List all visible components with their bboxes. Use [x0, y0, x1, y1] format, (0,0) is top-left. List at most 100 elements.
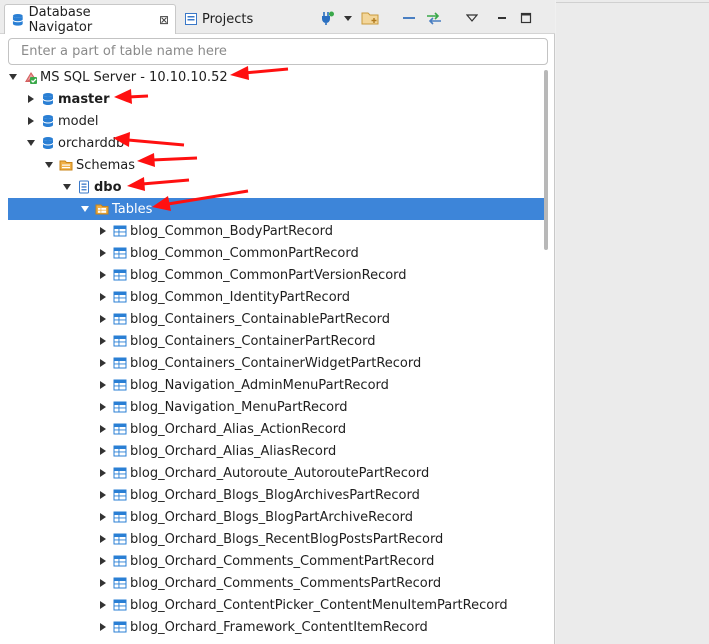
- table-name-label: blog_Orchard_Blogs_BlogArchivesPartRecor…: [130, 487, 420, 503]
- table-row[interactable]: blog_Orchard_Blogs_BlogPartArchiveRecord: [8, 506, 548, 528]
- sql-server-icon: [23, 70, 37, 84]
- table-name-label: blog_Orchard_Alias_ActionRecord: [130, 421, 347, 437]
- tree-node-master[interactable]: master: [8, 88, 548, 110]
- tree-node-label: Schemas: [76, 157, 136, 173]
- table-name-label: blog_Navigation_MenuPartRecord: [130, 399, 348, 415]
- collapsed-arrow-icon[interactable]: [98, 600, 108, 610]
- table-row[interactable]: blog_Containers_ContainerWidgetPartRecor…: [8, 352, 548, 374]
- collapsed-arrow-icon[interactable]: [98, 534, 108, 544]
- collapsed-arrow-icon[interactable]: [98, 424, 108, 434]
- tree-scrollbar[interactable]: [544, 66, 549, 644]
- collapse-all-button[interactable]: [400, 9, 418, 27]
- database-icon: [41, 114, 55, 128]
- collapsed-arrow-icon[interactable]: [98, 468, 108, 478]
- table-name-label: blog_Orchard_Framework_ContentItemRecord: [130, 619, 428, 635]
- collapsed-arrow-icon[interactable]: [98, 556, 108, 566]
- tab-projects[interactable]: Projects: [178, 4, 278, 34]
- table-icon: [113, 422, 127, 436]
- collapsed-arrow-icon[interactable]: [98, 226, 108, 236]
- expanded-arrow-icon[interactable]: [26, 138, 36, 148]
- tab-close-icon[interactable]: ⊠: [159, 13, 169, 27]
- table-icon: [113, 312, 127, 326]
- projects-icon: [184, 12, 198, 26]
- chevron-down-icon: [344, 16, 352, 21]
- table-row[interactable]: blog_Orchard_Blogs_RecentBlogPostsPartRe…: [8, 528, 548, 550]
- collapsed-arrow-icon[interactable]: [98, 380, 108, 390]
- tree-node-tables[interactable]: Tables: [8, 198, 548, 220]
- tree-node-orcharddb[interactable]: orcharddb: [8, 132, 548, 154]
- table-name-label: blog_Containers_ContainerPartRecord: [130, 333, 376, 349]
- expanded-arrow-icon[interactable]: [80, 204, 90, 214]
- table-row[interactable]: blog_Orchard_Comments_CommentsPartRecord: [8, 572, 548, 594]
- maximize-button[interactable]: [518, 9, 534, 27]
- new-connection-dropdown[interactable]: [341, 9, 355, 27]
- collapsed-arrow-icon[interactable]: [98, 622, 108, 632]
- table-name-label: blog_Orchard_Comments_CommentPartRecord: [130, 553, 435, 569]
- folder-icon: [59, 158, 73, 172]
- table-name-label: blog_Orchard_Blogs_RecentBlogPostsPartRe…: [130, 531, 444, 547]
- plug-icon: [322, 11, 334, 25]
- table-row[interactable]: blog_Common_BodyPartRecord: [8, 220, 548, 242]
- table-row[interactable]: blog_Orchard_Autoroute_AutoroutePartReco…: [8, 462, 548, 484]
- table-row[interactable]: blog_Containers_ContainerPartRecord: [8, 330, 548, 352]
- tab-database-navigator[interactable]: Database Navigator ⊠: [4, 4, 176, 35]
- collapsed-arrow-icon[interactable]: [98, 446, 108, 456]
- minimize-button[interactable]: [494, 9, 510, 27]
- collapsed-arrow-icon[interactable]: [98, 314, 108, 324]
- expanded-arrow-icon[interactable]: [62, 182, 72, 192]
- collapsed-arrow-icon[interactable]: [98, 336, 108, 346]
- view-tab-bar: Database Navigator ⊠ Projects: [0, 0, 555, 35]
- table-icon: [113, 444, 127, 458]
- table-name-label: blog_Common_IdentityPartRecord: [130, 289, 351, 305]
- table-row[interactable]: blog_Common_IdentityPartRecord: [8, 286, 548, 308]
- table-row[interactable]: blog_Navigation_AdminMenuPartRecord: [8, 374, 548, 396]
- table-row[interactable]: blog_Orchard_Alias_AliasRecord: [8, 440, 548, 462]
- database-icon: [41, 136, 55, 150]
- collapsed-arrow-icon[interactable]: [98, 248, 108, 258]
- scrollbar-thumb[interactable]: [544, 70, 548, 250]
- new-connection-button[interactable]: [318, 9, 336, 27]
- collapsed-arrow-icon[interactable]: [98, 402, 108, 412]
- collapsed-arrow-icon[interactable]: [26, 116, 36, 126]
- tab-database-navigator-label: Database Navigator: [28, 4, 93, 35]
- new-folder-button[interactable]: [360, 9, 380, 27]
- collapsed-arrow-icon[interactable]: [98, 358, 108, 368]
- collapsed-arrow-icon[interactable]: [98, 270, 108, 280]
- table-row[interactable]: blog_Orchard_Alias_ActionRecord: [8, 418, 548, 440]
- link-with-editor-button[interactable]: [424, 9, 444, 27]
- tables-folder-icon: [95, 202, 109, 216]
- collapsed-arrow-icon[interactable]: [98, 292, 108, 302]
- collapsed-arrow-icon[interactable]: [26, 94, 36, 104]
- table-name-label: blog_Navigation_AdminMenuPartRecord: [130, 377, 389, 393]
- tree-node-schemas[interactable]: Schemas: [8, 154, 548, 176]
- collapsed-arrow-icon[interactable]: [98, 490, 108, 500]
- view-menu-button[interactable]: [464, 9, 480, 27]
- expanded-arrow-icon[interactable]: [44, 160, 54, 170]
- table-row[interactable]: blog_Containers_ContainablePartRecord: [8, 308, 548, 330]
- table-name-label: blog_Containers_ContainablePartRecord: [130, 311, 390, 327]
- table-row[interactable]: blog_Orchard_Framework_ContentItemRecord: [8, 616, 548, 638]
- schema-icon: [77, 180, 91, 194]
- table-row[interactable]: blog_Navigation_MenuPartRecord: [8, 396, 548, 418]
- table-icon: [113, 334, 127, 348]
- tree-node-model[interactable]: model: [8, 110, 548, 132]
- table-icon: [113, 488, 127, 502]
- editor-area-border: [556, 2, 709, 3]
- table-row[interactable]: blog_Common_CommonPartRecord: [8, 242, 548, 264]
- table-row[interactable]: blog_Orchard_Blogs_BlogArchivesPartRecor…: [8, 484, 548, 506]
- tree-node-dbo[interactable]: dbo: [8, 176, 548, 198]
- collapsed-arrow-icon[interactable]: [98, 512, 108, 522]
- table-filter-input[interactable]: [8, 38, 548, 65]
- table-name-label: blog_Orchard_ContentPicker_ContentMenuIt…: [130, 597, 508, 613]
- table-name-label: blog_Containers_ContainerWidgetPartRecor…: [130, 355, 422, 371]
- table-row[interactable]: blog_Orchard_ContentPicker_ContentMenuIt…: [8, 594, 548, 616]
- table-row[interactable]: blog_Orchard_Comments_CommentPartRecord: [8, 550, 548, 572]
- table-icon: [113, 532, 127, 546]
- tree-node-server[interactable]: MS SQL Server - 10.10.10.52: [8, 66, 548, 88]
- view-menu-icon: [466, 14, 478, 22]
- collapsed-arrow-icon[interactable]: [98, 578, 108, 588]
- expanded-arrow-icon[interactable]: [8, 72, 18, 82]
- maximize-icon: [520, 12, 532, 24]
- table-row[interactable]: blog_Common_CommonPartVersionRecord: [8, 264, 548, 286]
- tree-node-label: MS SQL Server - 10.10.10.52: [40, 69, 228, 85]
